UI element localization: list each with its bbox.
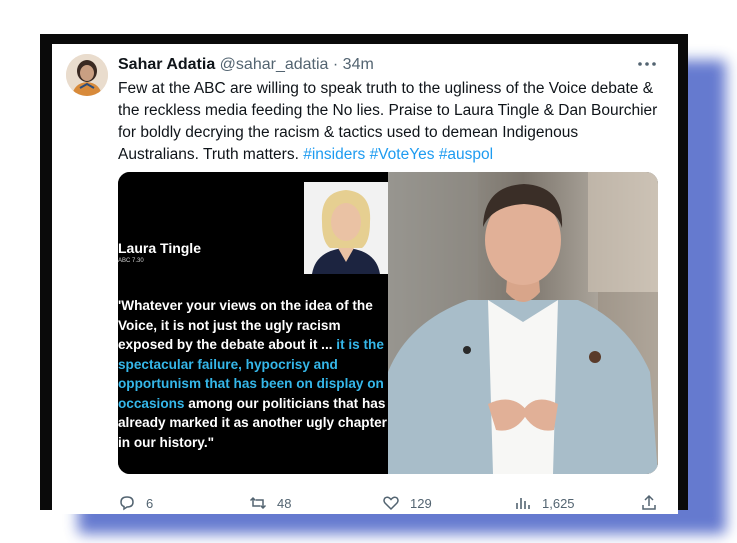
quote-text-part1: 'Whatever your views on the idea of the … [118, 298, 373, 352]
view-count: 1,625 [542, 495, 575, 511]
more-icon[interactable] [636, 54, 658, 76]
analytics-icon [516, 498, 530, 509]
tweet-card[interactable]: Sahar Adatia @sahar_adatia · 34m Few at … [52, 44, 678, 514]
avatar-photo [66, 54, 108, 96]
tweet-header: Sahar Adatia @sahar_adatia · 34m [118, 54, 658, 76]
avatar[interactable] [66, 54, 108, 96]
like-button[interactable]: 129 [382, 494, 432, 512]
share-icon [642, 494, 656, 510]
quote-card-image[interactable]: Laura Tingle ABC 7.30 'Whatever your vie… [118, 172, 388, 474]
quote-name: Laura Tingle [118, 240, 201, 256]
like-count: 129 [410, 495, 432, 511]
dan-bourchier-photo[interactable] [388, 172, 658, 474]
retweet-button[interactable]: 48 [249, 494, 291, 512]
separator-dot: · [332, 56, 339, 73]
hashtag-link[interactable]: #VoteYes [370, 146, 435, 163]
hashtag-link[interactable]: #insiders [303, 146, 365, 163]
author-name[interactable]: Sahar Adatia [118, 56, 215, 73]
reply-count: 6 [146, 495, 154, 511]
retweet-icon [249, 496, 267, 510]
views-button[interactable]: 1,625 [514, 494, 575, 512]
tweet-media[interactable]: Laura Tingle ABC 7.30 'Whatever your vie… [118, 172, 658, 474]
heart-icon [383, 496, 399, 511]
author-handle[interactable]: @sahar_adatia [220, 56, 329, 73]
quote-text: 'Whatever your views on the idea of the … [118, 296, 388, 452]
tweet-text: Few at the ABC are willing to speak trut… [118, 78, 658, 166]
reply-icon [120, 496, 134, 511]
quote-sub: ABC 7.30 [118, 258, 144, 264]
share-button[interactable] [640, 494, 668, 512]
hashtag-link[interactable]: #auspol [439, 146, 493, 163]
reply-button[interactable]: 6 [118, 494, 153, 512]
retweet-count: 48 [277, 495, 292, 511]
tweet-actions: 6 48 129 1,625 [118, 494, 658, 512]
tweet-time[interactable]: 34m [343, 56, 374, 73]
laura-tingle-photo [304, 182, 388, 274]
